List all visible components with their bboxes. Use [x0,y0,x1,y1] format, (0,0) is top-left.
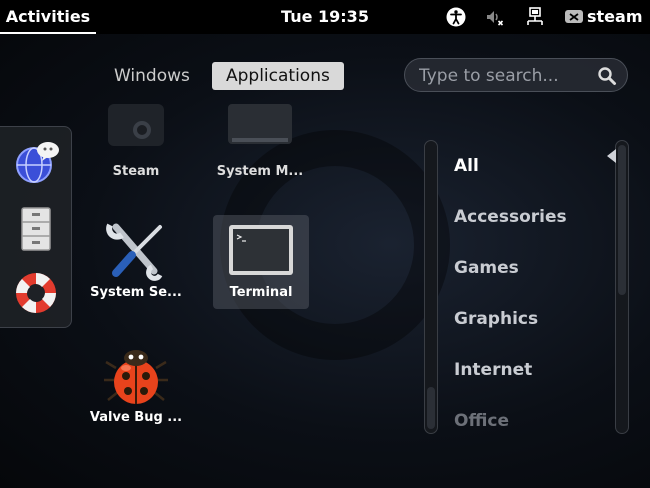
category-accessories[interactable]: Accessories [454,207,567,227]
category-list: All Accessories Games Graphics Internet … [440,140,620,434]
category-scrollbar[interactable] [615,140,629,434]
search-icon [598,67,616,85]
category-scrollbar-thumb[interactable] [618,145,626,295]
app-label: System M... [216,164,304,179]
volume-muted-icon[interactable] [485,7,505,27]
category-all[interactable]: All [454,156,479,176]
app-tile-system-monitor[interactable]: System M... [212,104,308,206]
search-box[interactable] [404,58,628,92]
terminal-icon [229,225,293,275]
category-games[interactable]: Games [454,258,519,278]
user-status-icon[interactable] [564,7,584,27]
bug-icon [104,350,168,404]
app-tile-terminal[interactable]: Terminal [213,215,309,309]
applications-tab[interactable]: Applications [212,62,344,90]
selected-category-indicator [607,149,616,163]
category-graphics[interactable]: Graphics [454,309,538,329]
top-panel: Activities Tue 19:35 steam [0,0,650,34]
tools-icon [106,223,163,281]
activities-button[interactable]: Activities [0,0,96,34]
user-menu[interactable]: steam [587,0,643,34]
clock[interactable]: Tue 19:35 [270,0,380,34]
file-cabinet-icon[interactable] [12,205,60,253]
app-label: Steam [112,164,160,179]
app-tile-system-settings[interactable]: System Se... [88,215,184,309]
category-office[interactable]: Office [454,411,509,431]
system-monitor-icon [228,104,292,144]
app-label: Valve Bug ... [89,410,183,425]
apps-scrollbar-thumb[interactable] [427,387,435,429]
windows-tab[interactable]: Windows [100,62,204,90]
search-input[interactable] [417,63,591,89]
apps-scrollbar[interactable] [424,140,438,434]
steam-icon [108,104,164,146]
app-label: Terminal [229,285,293,300]
lifebuoy-icon[interactable] [12,269,60,317]
app-tile-valve-bug-reporter[interactable]: Valve Bug ... [88,340,184,434]
network-wired-icon[interactable] [525,7,545,27]
empathy-icon[interactable] [12,137,60,185]
category-internet[interactable]: Internet [454,360,532,380]
app-tile-steam[interactable]: Steam [88,104,184,206]
accessibility-icon[interactable] [446,7,466,27]
app-label: System Se... [90,285,182,300]
dash [0,126,72,328]
